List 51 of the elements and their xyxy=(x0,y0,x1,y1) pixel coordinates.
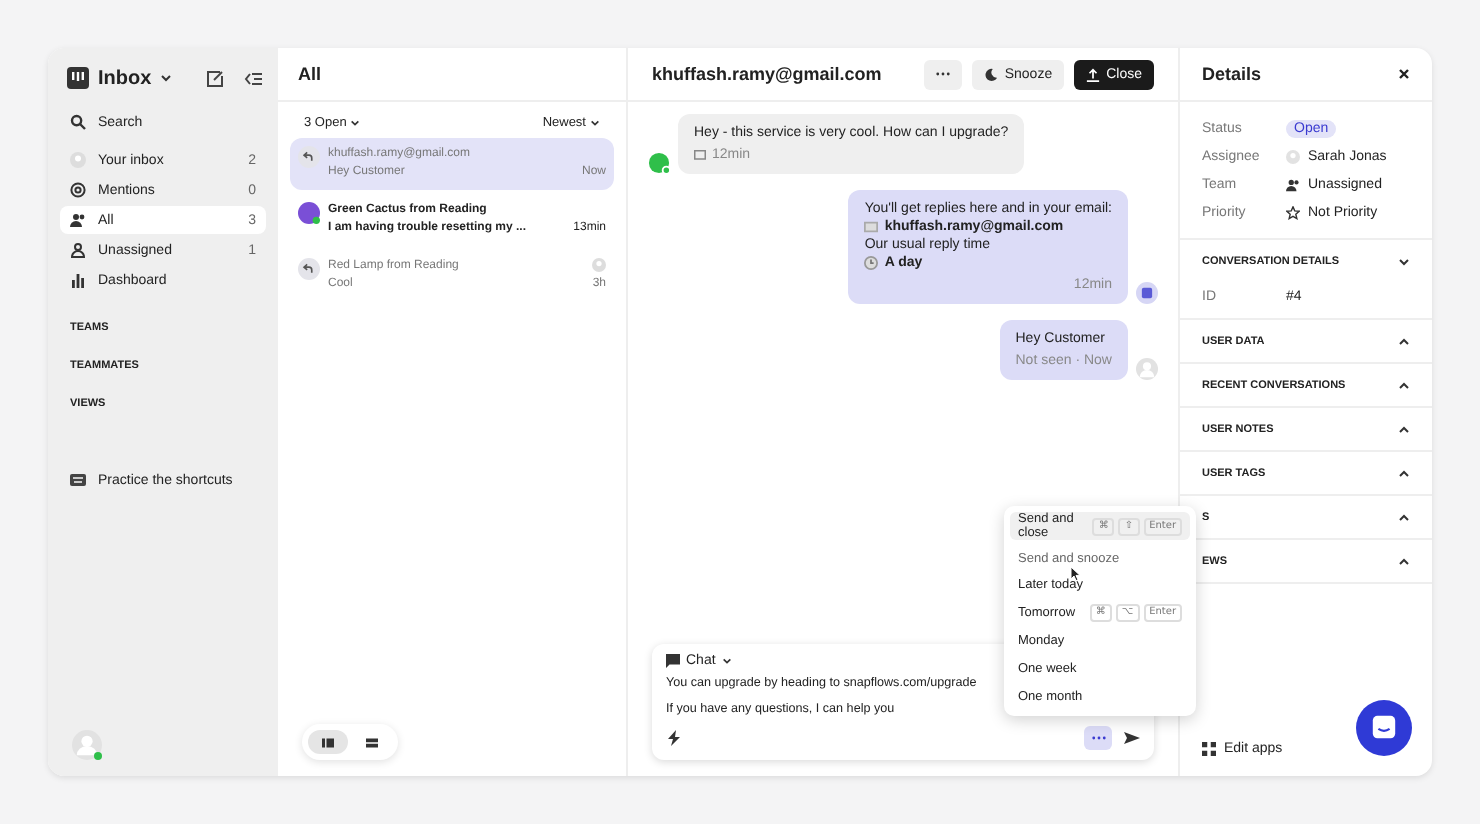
inbox-title[interactable]: Inbox xyxy=(98,67,152,89)
send-icon[interactable] xyxy=(1124,730,1140,746)
split-view-button[interactable] xyxy=(308,730,348,754)
reply-icon xyxy=(298,258,320,280)
chat-icon xyxy=(694,149,706,161)
avatar-icon xyxy=(1136,358,1158,380)
bot-icon xyxy=(1136,282,1158,304)
customer-avatar-icon xyxy=(648,152,670,174)
chevron-up-icon xyxy=(1398,379,1410,391)
inbox-icon xyxy=(66,66,90,90)
grid-icon xyxy=(1202,742,1216,756)
list-view-icon xyxy=(366,737,378,747)
chevron-down-icon[interactable] xyxy=(159,72,172,84)
chat-icon xyxy=(666,654,680,668)
split-view-icon xyxy=(322,737,334,747)
chevron-up-icon xyxy=(1398,467,1410,479)
bar-chart-icon xyxy=(70,272,86,288)
upload-icon xyxy=(1086,67,1101,81)
keyboard-icon xyxy=(70,472,86,488)
list-title: All xyxy=(298,64,322,84)
chevron-down-icon xyxy=(590,118,600,128)
details-title: Details xyxy=(1202,64,1262,84)
avatar-icon xyxy=(592,258,606,272)
chevron-up-icon xyxy=(1398,555,1410,567)
star-icon xyxy=(1286,205,1300,219)
collapse-icon[interactable] xyxy=(244,69,262,87)
search-icon xyxy=(70,114,86,130)
moon-icon xyxy=(984,67,999,81)
mouse-cursor-icon xyxy=(1070,566,1082,582)
close-icon[interactable] xyxy=(1398,68,1410,80)
envelope-icon xyxy=(864,220,879,234)
chevron-down-icon xyxy=(350,118,361,128)
more-options-button[interactable] xyxy=(1084,726,1112,750)
chat-launcher-icon[interactable] xyxy=(1356,700,1412,756)
chevron-up-icon xyxy=(1398,423,1410,435)
people-icon xyxy=(1286,177,1300,191)
avatar-icon xyxy=(70,152,86,168)
people-icon xyxy=(70,212,86,228)
avatar-icon xyxy=(298,202,320,224)
people-outline-icon xyxy=(70,242,86,258)
chevron-up-icon xyxy=(1398,511,1410,523)
conversation-title: khuffash.ramy@gmail.com xyxy=(652,64,884,84)
chevron-down-icon xyxy=(721,656,732,666)
clock-icon xyxy=(864,256,879,270)
at-sign-icon xyxy=(70,182,86,198)
compose-icon[interactable] xyxy=(206,69,224,87)
chevron-down-icon xyxy=(1398,255,1410,267)
chevron-up-icon xyxy=(1398,335,1410,347)
avatar-icon xyxy=(1286,149,1300,163)
reply-icon xyxy=(298,146,320,168)
lightning-icon[interactable] xyxy=(666,730,682,746)
